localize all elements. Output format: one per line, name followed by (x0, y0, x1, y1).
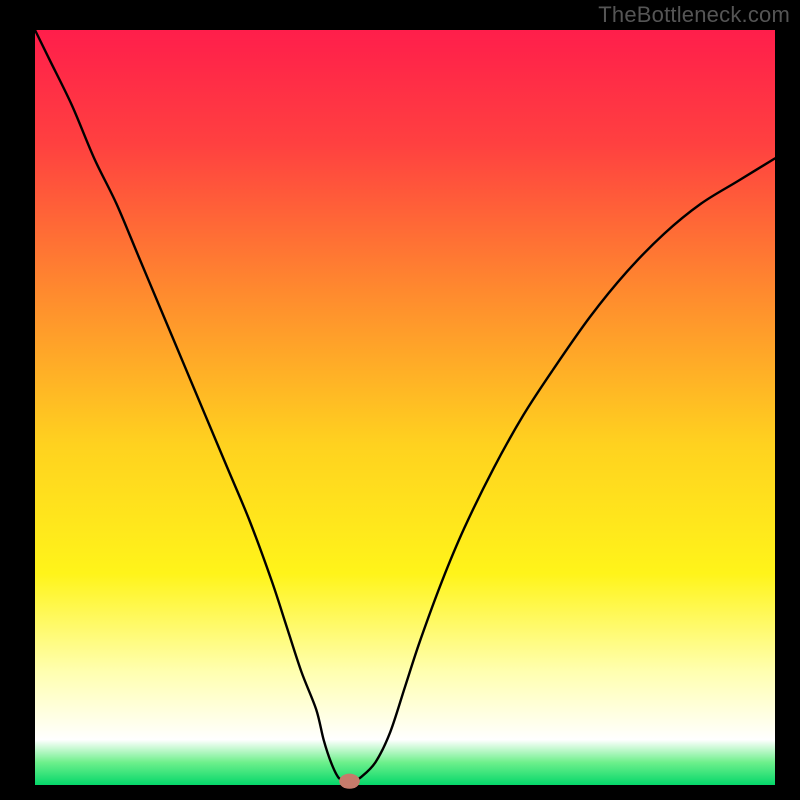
chart-frame: TheBottleneck.com (0, 0, 800, 800)
gradient-background (35, 30, 775, 785)
bottleneck-chart (0, 0, 800, 800)
optimal-point-marker (339, 774, 360, 789)
watermark-text: TheBottleneck.com (598, 2, 790, 28)
